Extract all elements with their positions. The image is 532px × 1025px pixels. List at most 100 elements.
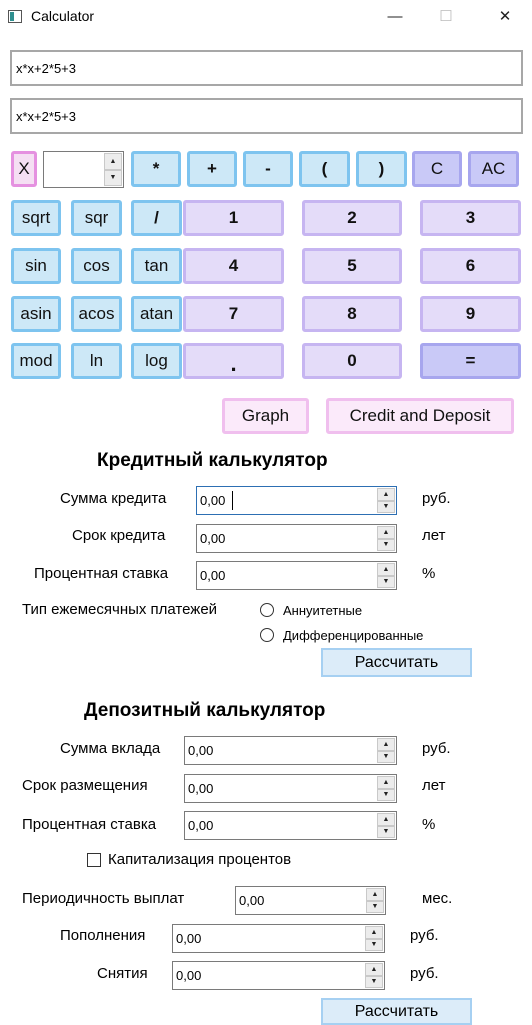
graph-button[interactable]: Graph	[222, 398, 309, 434]
annuity-radio[interactable]	[260, 603, 274, 617]
spin-up-icon[interactable]: ▲	[377, 776, 395, 789]
dot-button[interactable]: .	[183, 343, 284, 379]
spin-down-icon[interactable]: ▼	[377, 500, 395, 513]
payout-period-spinbox[interactable]: 0,00 ▲ ▼	[235, 886, 386, 915]
replenish-label: Пополнения	[60, 927, 146, 944]
digit-5-button[interactable]: 5	[302, 248, 402, 284]
spin-up-icon[interactable]: ▲	[365, 926, 383, 939]
digit-1-button[interactable]: 1	[183, 200, 284, 236]
credit-term-spinbox[interactable]: 0,00 ▲ ▼	[196, 524, 397, 553]
x-value-spinbox[interactable]: ▲ ▼	[43, 151, 124, 188]
spin-up-icon[interactable]: ▲	[366, 888, 384, 901]
digit-9-button[interactable]: 9	[420, 296, 521, 332]
withdraw-spinbox[interactable]: 0,00 ▲ ▼	[172, 961, 385, 990]
credit-amount-label: Сумма кредита	[60, 490, 167, 507]
spin-down-icon[interactable]: ▼	[377, 538, 395, 551]
digit-0-button[interactable]: 0	[302, 343, 402, 379]
minus-button[interactable]: -	[243, 151, 293, 187]
payout-period-unit: мес.	[422, 890, 453, 907]
spin-down-icon[interactable]: ▼	[377, 788, 395, 801]
deposit-rate-spinbox[interactable]: 0,00 ▲ ▼	[184, 811, 397, 840]
digit-3-button[interactable]: 3	[420, 200, 521, 236]
spin-down-icon[interactable]: ▼	[365, 975, 383, 988]
acos-button[interactable]: acos	[71, 296, 122, 332]
credit-heading: Кредитный калькулятор	[97, 450, 328, 471]
cos-button[interactable]: cos	[71, 248, 122, 284]
digit-8-button[interactable]: 8	[302, 296, 402, 332]
spin-up-icon[interactable]: ▲	[377, 563, 395, 576]
asin-button[interactable]: asin	[11, 296, 61, 332]
all-clear-button[interactable]: AC	[468, 151, 519, 187]
tan-button[interactable]: tan	[131, 248, 182, 284]
deposit-amount-value: 0,00	[188, 743, 214, 758]
minimize-icon[interactable]: —	[372, 0, 418, 32]
maximize-icon[interactable]: ☐	[423, 0, 469, 32]
spin-down-icon[interactable]: ▼	[377, 575, 395, 588]
capitalization-label: Капитализация процентов	[108, 851, 292, 868]
credit-rate-value: 0,00	[200, 568, 226, 583]
differentiated-radio[interactable]	[260, 628, 274, 642]
digit-4-button[interactable]: 4	[183, 248, 284, 284]
divide-button[interactable]: /	[131, 200, 182, 236]
digit-7-button[interactable]: 7	[183, 296, 284, 332]
payout-period-value: 0,00	[239, 893, 265, 908]
atan-button[interactable]: atan	[131, 296, 182, 332]
clear-button[interactable]: C	[412, 151, 462, 187]
spin-up-icon[interactable]: ▲	[377, 813, 395, 826]
credit-term-label: Срок кредита	[72, 527, 166, 544]
payment-type-label: Тип ежемесячных платежей	[22, 601, 218, 618]
open-paren-button[interactable]: (	[299, 151, 350, 187]
credit-term-unit: лет	[422, 527, 446, 544]
deposit-term-value: 0,00	[188, 781, 214, 796]
deposit-term-label: Срок размещения	[22, 777, 148, 794]
capitalization-checkbox[interactable]	[87, 853, 101, 867]
spin-down-icon[interactable]: ▼	[377, 750, 395, 763]
replenish-spinbox[interactable]: 0,00 ▲ ▼	[172, 924, 385, 953]
deposit-rate-unit: %	[422, 816, 436, 833]
spin-down-icon[interactable]: ▼	[365, 938, 383, 951]
spin-down-icon[interactable]: ▼	[104, 169, 122, 186]
x-button[interactable]: X	[11, 151, 37, 187]
log-button[interactable]: log	[131, 343, 182, 379]
credit-deposit-button[interactable]: Credit and Deposit	[326, 398, 514, 434]
credit-amount-value: 0,00	[200, 493, 226, 508]
credit-rate-spinbox[interactable]: 0,00 ▲ ▼	[196, 561, 397, 590]
credit-amount-unit: руб.	[422, 490, 451, 507]
deposit-rate-value: 0,00	[188, 818, 214, 833]
spin-up-icon[interactable]: ▲	[377, 488, 395, 501]
spin-up-icon[interactable]: ▲	[104, 153, 122, 170]
plus-button[interactable]: +	[187, 151, 237, 187]
credit-rate-unit: %	[422, 565, 436, 582]
equals-button[interactable]: =	[420, 343, 521, 379]
expression-input[interactable]: x*x+2*5+3	[10, 50, 523, 86]
deposit-amount-spinbox[interactable]: 0,00 ▲ ▼	[184, 736, 397, 765]
deposit-rate-label: Процентная ставка	[22, 816, 157, 833]
title-bar: Calculator — ☐ ✕	[0, 0, 532, 34]
sin-button[interactable]: sin	[11, 248, 61, 284]
credit-amount-spinbox[interactable]: 0,00 ▲ ▼	[196, 486, 397, 515]
digit-2-button[interactable]: 2	[302, 200, 402, 236]
close-icon[interactable]: ✕	[482, 0, 528, 32]
sqrt-button[interactable]: sqrt	[11, 200, 61, 236]
ln-button[interactable]: ln	[71, 343, 122, 379]
deposit-heading: Депозитный калькулятор	[84, 700, 326, 721]
spin-down-icon[interactable]: ▼	[366, 900, 384, 913]
sqr-button[interactable]: sqr	[71, 200, 122, 236]
expression-display: x*x+2*5+3	[10, 98, 523, 134]
spin-up-icon[interactable]: ▲	[377, 738, 395, 751]
withdraw-unit: руб.	[410, 965, 439, 982]
mod-button[interactable]: mod	[11, 343, 61, 379]
deposit-calculate-button[interactable]: Рассчитать	[321, 998, 472, 1025]
spin-down-icon[interactable]: ▼	[377, 825, 395, 838]
multiply-button[interactable]: *	[131, 151, 181, 187]
close-paren-button[interactable]: )	[356, 151, 407, 187]
spin-up-icon[interactable]: ▲	[365, 963, 383, 976]
withdraw-label: Снятия	[97, 965, 148, 982]
replenish-value: 0,00	[176, 931, 202, 946]
payout-period-label: Периодичность выплат	[22, 890, 185, 907]
deposit-term-spinbox[interactable]: 0,00 ▲ ▼	[184, 774, 397, 803]
spin-up-icon[interactable]: ▲	[377, 526, 395, 539]
credit-calculate-button[interactable]: Рассчитать	[321, 648, 472, 677]
digit-6-button[interactable]: 6	[420, 248, 521, 284]
window-title: Calculator	[31, 8, 95, 24]
